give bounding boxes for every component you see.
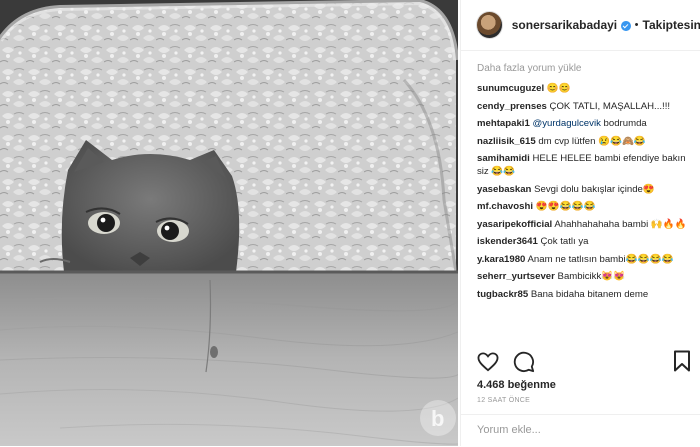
comment-item: mehtapaki1 @yurdagulcevik bodrumda — [477, 117, 691, 130]
comment-item: iskender3641 Çok tatlı ya — [477, 235, 691, 248]
comment-text: Sevgi dolu bakışlar içinde😍 — [534, 183, 655, 195]
post-timestamp: 12 SAAT ÖNCE — [477, 397, 531, 404]
comment-bubble-icon[interactable] — [513, 351, 535, 373]
comment-item: samihamidi HELE HELEE bambi efendiye bak… — [477, 152, 691, 178]
add-comment-bar — [461, 414, 700, 447]
comment-text: ÇOK TATLI, MAŞALLAH...!!! — [549, 100, 671, 112]
comment-text: Bambicikk😻😻 — [557, 271, 626, 282]
svg-text:b: b — [431, 406, 444, 431]
comment-item: yasebaskan Sevgi dolu bakışlar içinde😍 — [477, 183, 691, 196]
comment-text: Anam ne tatlısın bambi😂😂😂😂 — [527, 253, 674, 265]
heart-outline-icon[interactable] — [477, 352, 499, 372]
comment-username[interactable]: nazliisik_615 — [477, 136, 536, 147]
comment-username[interactable]: mf.chavoshi — [477, 201, 533, 212]
comment-item: tugbackr85 Bana bidaha bitanem deme — [477, 288, 691, 301]
post-photo[interactable]: b — [0, 0, 458, 446]
post-sidebar: sonersarikabadayi • Takiptesin Daha fazl… — [460, 0, 700, 446]
comment-text: Ahahhahahaha bambi 🙌🔥🔥 — [554, 218, 687, 230]
comment-username[interactable]: iskender3641 — [477, 236, 538, 247]
comment-text: 😍😍😂😂😂 — [535, 201, 596, 212]
post-actions — [477, 350, 535, 374]
likes-count[interactable]: 4.468 beğenme — [477, 379, 556, 391]
comment-item: nazliisik_615 dm cvp lütfen 😢😂🙈😂 — [477, 135, 691, 148]
bookmark-icon[interactable] — [673, 350, 691, 372]
comment-mention-link[interactable]: @yurdagulcevik — [532, 118, 600, 129]
comment-list: Daha fazla yorum yükle sunumcuguzel 😊😊 c… — [477, 62, 691, 344]
following-button[interactable]: Takiptesin — [643, 18, 700, 32]
post-header: sonersarikabadayi • Takiptesin — [461, 0, 700, 51]
comment-text: Bana bidaha bitanem deme — [530, 288, 649, 300]
avatar[interactable] — [476, 11, 503, 39]
post-author-username[interactable]: sonersarikabadayi — [512, 18, 617, 32]
watermark-logo: b — [420, 400, 456, 436]
comment-username[interactable]: yasaripekofficial — [477, 219, 552, 230]
comment-username[interactable]: samihamidi — [477, 153, 530, 164]
comment-username[interactable]: cendy_prenses — [477, 101, 547, 112]
comment-username[interactable]: mehtapaki1 — [477, 118, 530, 129]
comment-text: Çok tatlı ya — [540, 236, 589, 247]
comment-username[interactable]: tugbackr85 — [477, 289, 528, 300]
comment-username[interactable]: sunumcuguzel — [477, 83, 544, 94]
add-comment-input[interactable] — [477, 424, 677, 436]
comment-item: mf.chavoshi 😍😍😂😂😂 — [477, 200, 691, 213]
comment-username[interactable]: seherr_yurtsever — [477, 271, 555, 282]
comment-username[interactable]: yasebaskan — [477, 184, 531, 195]
comment-item: y.kara1980 Anam ne tatlısın bambi😂😂😂😂 — [477, 253, 691, 266]
comment-item: seherr_yurtsever Bambicikk😻😻 — [477, 270, 691, 283]
header-separator: • — [634, 19, 639, 31]
comment-text: bodrumda — [600, 118, 647, 129]
comment-text: dm cvp lütfen 😢😂🙈😂 — [538, 135, 646, 147]
comment-username[interactable]: y.kara1980 — [477, 254, 525, 265]
cat-photo-image — [0, 0, 458, 446]
comment-item: cendy_prenses ÇOK TATLI, MAŞALLAH...!!! — [477, 100, 691, 113]
comment-text: 😊😊 — [546, 83, 571, 94]
comment-item: yasaripekofficial Ahahhahahaha bambi 🙌🔥🔥 — [477, 218, 691, 231]
load-more-comments-link[interactable]: Daha fazla yorum yükle — [477, 62, 691, 76]
comment-item: sunumcuguzel 😊😊 — [477, 82, 691, 95]
verified-badge-icon — [621, 21, 631, 31]
